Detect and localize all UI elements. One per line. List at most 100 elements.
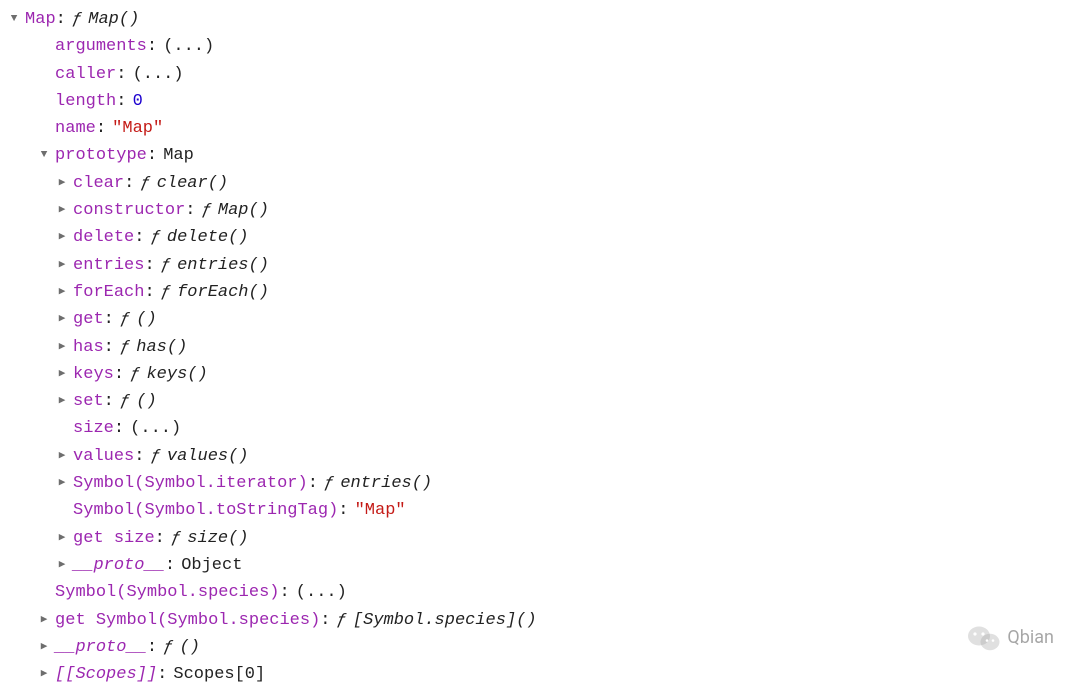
tree-row[interactable]: ▶caller:(...)	[8, 61, 1072, 88]
chevron-down-icon[interactable]: ▼	[8, 6, 20, 33]
property-value-function: ƒsize()	[171, 525, 249, 552]
tree-row[interactable]: ▶has:ƒhas()	[8, 334, 1072, 361]
tree-row[interactable]: ▶forEach:ƒforEach()	[8, 279, 1072, 306]
colon: :	[155, 525, 165, 552]
property-key: values	[73, 443, 134, 470]
property-key: length	[55, 88, 116, 115]
tree-row[interactable]: ▶length:0	[8, 88, 1072, 115]
property-key: Symbol(Symbol.toStringTag)	[73, 497, 338, 524]
colon: :	[134, 224, 144, 251]
tree-row[interactable]: ▶constructor:ƒMap()	[8, 197, 1072, 224]
function-f-glyph: ƒ	[161, 256, 171, 275]
tree-row[interactable]: ▶get Symbol(Symbol.species):ƒ[Symbol.spe…	[8, 607, 1072, 634]
ellipsis-value[interactable]: (...)	[130, 415, 181, 442]
chevron-right-icon[interactable]: ▶	[38, 661, 50, 688]
function-name: delete()	[167, 228, 249, 247]
chevron-right-icon[interactable]: ▶	[56, 334, 68, 361]
function-f-glyph: ƒ	[151, 228, 161, 247]
function-f-glyph: ƒ	[163, 638, 173, 657]
chevron-right-icon[interactable]: ▶	[56, 443, 68, 470]
colon: :	[124, 170, 134, 197]
colon: :	[279, 579, 289, 606]
property-value-function: ƒentries()	[324, 470, 432, 497]
tree-row[interactable]: ▶get:ƒ()	[8, 306, 1072, 333]
function-f-glyph: ƒ	[337, 611, 347, 630]
colon: :	[144, 252, 154, 279]
tree-row[interactable]: ▶__proto__:Object	[8, 552, 1072, 579]
ellipsis-value[interactable]: (...)	[163, 33, 214, 60]
function-f-glyph: ƒ	[130, 365, 140, 384]
tree-row[interactable]: ▶name:"Map"	[8, 115, 1072, 142]
property-key: delete	[73, 224, 134, 251]
function-name: clear()	[157, 174, 228, 193]
function-f-glyph: ƒ	[171, 529, 181, 548]
chevron-right-icon[interactable]: ▶	[56, 552, 68, 579]
function-name: Map()	[88, 10, 139, 29]
chevron-right-icon[interactable]: ▶	[56, 470, 68, 497]
function-f-glyph: ƒ	[324, 474, 334, 493]
tree-row[interactable]: ▶entries:ƒentries()	[8, 252, 1072, 279]
function-name: keys()	[146, 365, 207, 384]
property-value-function: ƒ()	[120, 306, 157, 333]
tree-row[interactable]: ▶[[Scopes]]:Scopes[0]	[8, 661, 1072, 688]
tree-row[interactable]: ▼prototype:Map	[8, 142, 1072, 169]
tree-row[interactable]: ▶values:ƒvalues()	[8, 443, 1072, 470]
tree-row[interactable]: ▶clear:ƒclear()	[8, 170, 1072, 197]
tree-row[interactable]: ▶__proto__: ƒ ()	[8, 634, 1072, 661]
colon: :	[144, 279, 154, 306]
tree-row[interactable]: ▶delete: ƒ delete()	[8, 224, 1072, 251]
ellipsis-value[interactable]: (...)	[296, 579, 347, 606]
chevron-right-icon[interactable]: ▶	[56, 197, 68, 224]
chevron-right-icon[interactable]: ▶	[56, 252, 68, 279]
function-name: Map()	[218, 201, 269, 220]
property-value-function: ƒ Map()	[72, 6, 139, 33]
colon: :	[147, 634, 157, 661]
object-value: Map	[163, 142, 194, 169]
colon: :	[114, 415, 124, 442]
chevron-right-icon[interactable]: ▶	[56, 306, 68, 333]
chevron-right-icon[interactable]: ▶	[56, 388, 68, 415]
colon: :	[165, 552, 175, 579]
tree-row[interactable]: ▶set:ƒ()	[8, 388, 1072, 415]
property-key: caller	[55, 61, 116, 88]
chevron-right-icon[interactable]: ▶	[56, 279, 68, 306]
colon: :	[96, 115, 106, 142]
colon: :	[116, 88, 126, 115]
string-value: "Map"	[355, 497, 406, 524]
property-key: keys	[73, 361, 114, 388]
tree-row[interactable]: ▶Symbol(Symbol.iterator):ƒentries()	[8, 470, 1072, 497]
colon: :	[338, 497, 348, 524]
chevron-right-icon[interactable]: ▶	[56, 224, 68, 251]
tree-row[interactable]: ▶Symbol(Symbol.toStringTag):"Map"	[8, 497, 1072, 524]
colon: :	[114, 361, 124, 388]
chevron-right-icon[interactable]: ▶	[56, 525, 68, 552]
function-f-glyph: ƒ	[72, 10, 82, 29]
property-key: Map	[25, 6, 56, 33]
tree-row[interactable]: ▶get size:ƒsize()	[8, 525, 1072, 552]
chevron-right-icon[interactable]: ▶	[38, 607, 50, 634]
property-value-function: ƒ()	[120, 388, 157, 415]
function-name: ()	[180, 638, 200, 657]
object-value: Scopes[0]	[173, 661, 265, 688]
number-value: 0	[133, 88, 143, 115]
chevron-down-icon[interactable]: ▼	[38, 142, 50, 169]
colon: :	[116, 61, 126, 88]
colon: :	[104, 306, 114, 333]
chevron-right-icon[interactable]: ▶	[38, 634, 50, 661]
property-value-function: ƒMap()	[202, 197, 269, 224]
function-name: has()	[136, 338, 187, 357]
tree-row[interactable]: ▼Map:ƒMap()	[8, 6, 1072, 33]
property-key: arguments	[55, 33, 147, 60]
object-value: Object	[181, 552, 242, 579]
property-key: __proto__	[55, 634, 147, 661]
chevron-right-icon[interactable]: ▶	[56, 170, 68, 197]
tree-row[interactable]: ▶keys: ƒ keys()	[8, 361, 1072, 388]
ellipsis-value[interactable]: (...)	[133, 61, 184, 88]
tree-row[interactable]: ▶Symbol(Symbol.species):(...)	[8, 579, 1072, 606]
colon: :	[320, 607, 330, 634]
object-tree: ▼Map:ƒMap()▶arguments:(...)▶caller:(...)…	[8, 6, 1072, 688]
tree-row[interactable]: ▶arguments:(...)	[8, 33, 1072, 60]
chevron-right-icon[interactable]: ▶	[56, 361, 68, 388]
tree-row[interactable]: ▶size:(...)	[8, 415, 1072, 442]
string-value: "Map"	[112, 115, 163, 142]
